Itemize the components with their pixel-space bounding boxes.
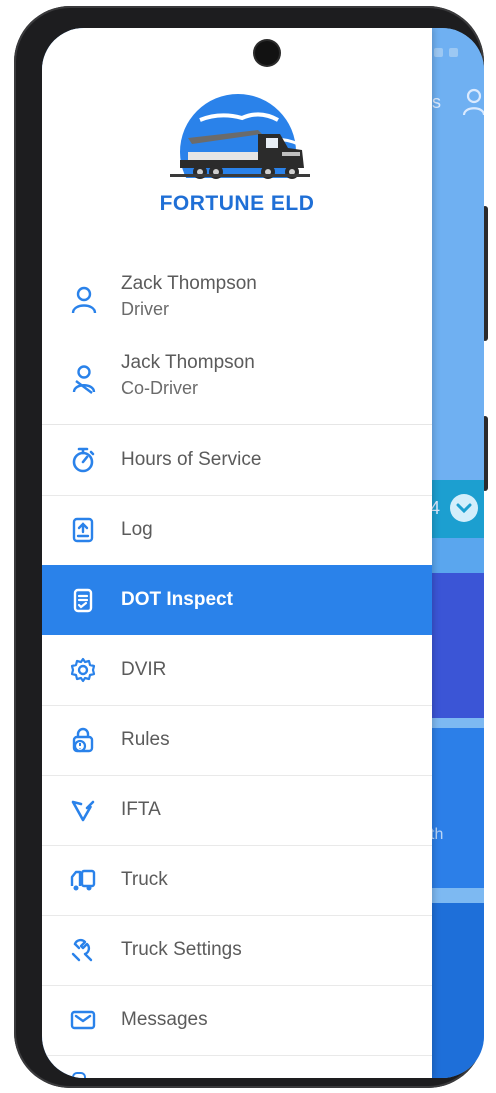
menu-item-ifta[interactable]: IFTA (42, 775, 432, 845)
user-remove-icon (70, 364, 98, 394)
phone-frame: is 4 th FORTUNE ELD Zack Thompson Driver… (14, 6, 488, 1088)
menu-item-label: Rules (121, 729, 170, 750)
truck-icon (69, 866, 97, 894)
ifta-icon (69, 796, 97, 824)
user-row-co-driver[interactable]: Jack Thompson Co-Driver (42, 344, 432, 414)
menu-item-truck-settings[interactable]: Truck Settings (42, 915, 432, 985)
menu-item-messages[interactable]: Messages (42, 985, 432, 1055)
navigation-drawer: FORTUNE ELD Zack Thompson Driver Jack Th… (42, 28, 432, 1078)
user-name: Zack Thompson (121, 273, 257, 294)
user-role: Co-Driver (121, 378, 199, 398)
menu-item-truck[interactable]: Truck (42, 845, 432, 915)
background-partial-text: th (430, 826, 444, 843)
next-menu-icon-partial (72, 1072, 86, 1078)
user-row-driver[interactable]: Zack Thompson Driver (42, 265, 432, 335)
envelope-icon (69, 1006, 97, 1034)
brand-name: FORTUNE ELD (159, 192, 315, 215)
chevron-down-icon[interactable] (450, 494, 478, 522)
profile-icon[interactable] (462, 88, 484, 121)
status-icons (434, 44, 474, 57)
menu-item-log[interactable]: Log (42, 495, 432, 565)
separator (42, 1055, 432, 1056)
menu-item-hours-of-service[interactable]: Hours of Service (42, 425, 432, 495)
stopwatch-icon (69, 446, 97, 474)
menu-item-label: DVIR (121, 659, 167, 680)
menu-item-label: IFTA (121, 799, 161, 820)
menu-item-label: Log (121, 519, 153, 540)
menu-item-label: Hours of Service (121, 449, 262, 470)
menu-item-dot-inspect[interactable]: DOT Inspect (42, 565, 432, 635)
user-role: Driver (121, 299, 169, 319)
screen: is 4 th FORTUNE ELD Zack Thompson Driver… (42, 28, 484, 1078)
user-name: Jack Thompson (121, 352, 255, 373)
gear-icon (69, 656, 97, 684)
menu-item-label: Truck (121, 869, 168, 890)
menu-item-rules[interactable]: Rules (42, 705, 432, 775)
clipboard-icon (69, 586, 97, 614)
rules-icon (69, 726, 97, 754)
log-upload-icon (69, 516, 97, 544)
menu-item-label: DOT Inspect (121, 589, 233, 610)
front-camera (255, 41, 279, 65)
menu-item-label: Truck Settings (121, 939, 242, 960)
menu-item-label: Messages (121, 1009, 208, 1030)
user-icon (70, 285, 98, 315)
wrench-icon (69, 936, 97, 964)
menu-item-dvir[interactable]: DVIR (42, 635, 432, 705)
